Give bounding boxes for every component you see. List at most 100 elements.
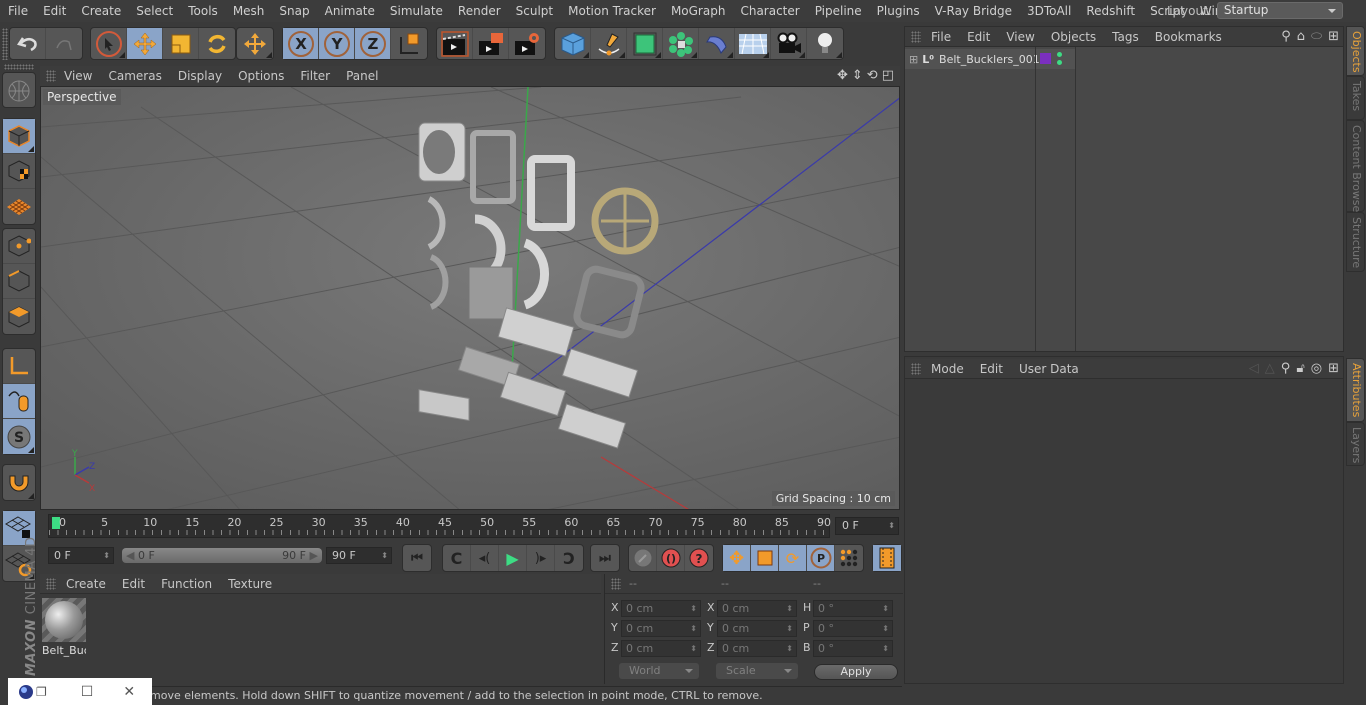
viewport-menu-display[interactable]: Display (170, 69, 230, 83)
cloner-button[interactable] (663, 28, 699, 59)
recent-tool-button[interactable] (237, 28, 273, 59)
menu-redshift[interactable]: Redshift (1078, 4, 1142, 18)
subdivision-button[interactable] (627, 28, 663, 59)
end-frame-field[interactable]: 90 F ⬍ (326, 547, 392, 564)
apply-button[interactable]: Apply (814, 664, 898, 680)
rotation-h-field[interactable]: 0 ° ⬍ (813, 600, 893, 617)
snap-toggle-button[interactable] (3, 465, 35, 500)
record-button[interactable]: () (657, 545, 685, 571)
expand-icon[interactable]: ⊞ (909, 53, 918, 66)
material-item[interactable]: Belt_Buc (42, 598, 86, 657)
deformer-button[interactable] (699, 28, 735, 59)
menu-file[interactable]: File (0, 4, 35, 18)
snap-settings-button[interactable]: S (3, 419, 35, 454)
coordinate-system-button[interactable] (391, 28, 427, 59)
object-menu-edit[interactable]: Edit (959, 30, 998, 44)
material-grip[interactable] (46, 578, 56, 590)
camera-button[interactable] (771, 28, 807, 59)
target-icon[interactable]: ◎ (1311, 361, 1322, 376)
points-mode-button[interactable] (3, 229, 35, 264)
close-icon[interactable]: ✕ (123, 684, 135, 700)
rotate-button[interactable] (199, 28, 235, 59)
toggle-view-icon[interactable]: ◰ (882, 68, 894, 83)
menu-edit[interactable]: Edit (35, 4, 73, 18)
timeline-window-button[interactable] (873, 545, 901, 571)
size-z-field[interactable]: 0 cm ⬍ (717, 640, 797, 657)
pen-button[interactable] (591, 28, 627, 59)
menu-character[interactable]: Character (732, 4, 806, 18)
menu-mograph[interactable]: MoGraph (663, 4, 733, 18)
lock-icon[interactable]: 🔓︎ (1296, 361, 1304, 376)
tab-attributes[interactable]: Attributes (1346, 358, 1365, 422)
polygons-mode-button[interactable] (3, 299, 35, 334)
menu-v-ray-bridge[interactable]: V-Ray Bridge (927, 4, 1019, 18)
viewport-menu-cameras[interactable]: Cameras (100, 69, 169, 83)
material-menu-create[interactable]: Create (58, 577, 114, 591)
edges-mode-button[interactable] (3, 264, 35, 299)
menu-create[interactable]: Create (73, 4, 128, 18)
viewport-menu-filter[interactable]: Filter (292, 69, 338, 83)
attribute-menu-mode[interactable]: Mode (923, 362, 972, 376)
transform-mode-dropdown[interactable]: Scale (716, 663, 798, 679)
menu-animate[interactable]: Animate (317, 4, 382, 18)
menu-tools[interactable]: Tools (180, 4, 225, 18)
floor-button[interactable] (735, 28, 771, 59)
new-panel-icon[interactable]: ⊞ (1328, 29, 1339, 44)
menu-select[interactable]: Select (128, 4, 180, 18)
search-icon[interactable]: ⚲ (1281, 361, 1291, 376)
z-axis-button[interactable]: Z (355, 28, 391, 59)
rotation-b-field[interactable]: 0 ° ⬍ (813, 640, 893, 657)
pan-icon[interactable]: ✥ (837, 68, 848, 83)
object-menu-tags[interactable]: Tags (1104, 30, 1147, 44)
timeline-ruler[interactable]: 0 5 10 15 20 25 30 35 40 45 50 55 60 65 70 75 80 85 90 (48, 514, 831, 538)
attribute-menu-edit[interactable]: Edit (972, 362, 1011, 376)
live-selection-button[interactable] (91, 28, 127, 59)
move-button[interactable] (127, 28, 163, 59)
prev-key-button[interactable]: C (443, 545, 471, 571)
texture-mode-button[interactable] (3, 154, 35, 189)
material-menu-function[interactable]: Function (153, 577, 220, 591)
object-menu-file[interactable]: File (923, 30, 959, 44)
maximize-icon[interactable]: ☐ (81, 684, 94, 700)
toolbar-grip[interactable] (2, 28, 8, 60)
position-x-field[interactable]: 0 cm ⬍ (621, 600, 701, 617)
redo-button[interactable] (46, 28, 82, 59)
undo-button[interactable] (10, 28, 46, 59)
x-axis-button[interactable]: X (283, 28, 319, 59)
tweak-mode-button[interactable] (3, 384, 35, 419)
home-icon[interactable]: ⌂ (1297, 29, 1305, 44)
render-settings-button[interactable] (509, 28, 545, 59)
viewport-menu-view[interactable]: View (56, 69, 100, 83)
next-frame-button[interactable]: )▸ (527, 545, 555, 571)
position-z-field[interactable]: 0 cm ⬍ (621, 640, 701, 657)
column-divider[interactable] (1035, 47, 1036, 351)
back-icon[interactable]: ◁ (1249, 361, 1259, 376)
visibility-dots[interactable] (1057, 52, 1062, 65)
menu-render[interactable]: Render (450, 4, 508, 18)
prev-frame-button[interactable]: ◂( (471, 545, 499, 571)
rotation-p-field[interactable]: 0 ° ⬍ (813, 620, 893, 637)
menu-plugins[interactable]: Plugins (869, 4, 927, 18)
object-row[interactable]: ⊞ L⁰ Belt_Bucklers_001 (905, 49, 1075, 69)
restore-icon[interactable]: ❐ (36, 685, 47, 699)
menu-snap[interactable]: Snap (271, 4, 316, 18)
play-button[interactable]: ▶ (499, 545, 527, 571)
current-frame-field[interactable]: 0 F ⬍ (835, 517, 899, 535)
range-left-arrow[interactable]: ◀ (126, 548, 134, 563)
coordinate-space-dropdown[interactable]: World (619, 663, 699, 679)
viewport-menu-panel[interactable]: Panel (338, 69, 386, 83)
up-icon[interactable]: △ (1265, 361, 1275, 376)
dolly-icon[interactable]: ⇕ (852, 68, 863, 83)
menu-motion-tracker[interactable]: Motion Tracker (560, 4, 663, 18)
object-menu-view[interactable]: View (998, 30, 1042, 44)
size-y-field[interactable]: 0 cm ⬍ (717, 620, 797, 637)
3d-viewport[interactable]: Y Z X Perspective Grid Spacing : 10 cm (40, 86, 900, 510)
key-parameter-button[interactable]: P (807, 545, 835, 571)
key-position-button[interactable]: ✥ (723, 545, 751, 571)
start-frame-field[interactable]: 0 F ⬍ (48, 547, 114, 564)
tab-structure[interactable]: Structure (1346, 212, 1365, 272)
menu-mesh[interactable]: Mesh (225, 4, 272, 18)
key-scale-button[interactable] (751, 545, 779, 571)
orbit-icon[interactable]: ⟲ (867, 68, 878, 83)
palette-grip[interactable] (4, 64, 34, 70)
